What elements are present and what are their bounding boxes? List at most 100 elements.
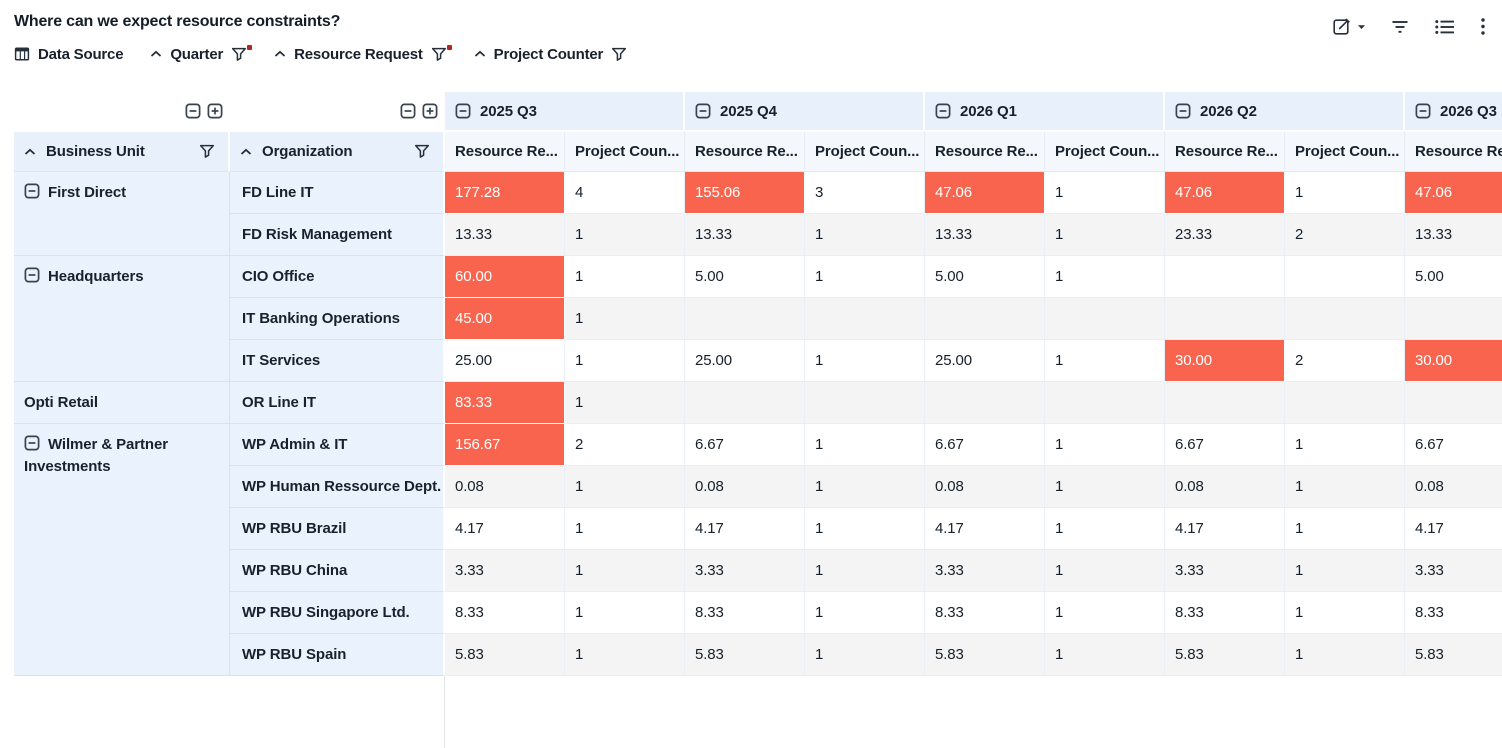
value-cell-resource-request[interactable] bbox=[925, 382, 1045, 424]
value-cell-project-counter[interactable]: 2 bbox=[565, 424, 685, 466]
value-cell-resource-request[interactable]: 3.33 bbox=[445, 550, 565, 592]
value-cell-project-counter[interactable] bbox=[1285, 256, 1405, 298]
value-cell-resource-request[interactable]: 4.17 bbox=[445, 508, 565, 550]
value-cell-project-counter[interactable]: 1 bbox=[1045, 424, 1165, 466]
funnel-icon[interactable] bbox=[199, 144, 215, 159]
value-cell-resource-request[interactable]: 60.00 bbox=[445, 256, 565, 298]
value-cell-resource-request[interactable]: 5.83 bbox=[685, 634, 805, 676]
value-cell-resource-request[interactable]: 0.08 bbox=[925, 466, 1045, 508]
value-cell-project-counter[interactable]: 1 bbox=[805, 592, 925, 634]
funnel-icon[interactable] bbox=[611, 47, 627, 62]
value-cell-resource-request[interactable]: 5.83 bbox=[1165, 634, 1285, 676]
business-unit-cell[interactable]: Wilmer & Partner Investments bbox=[14, 424, 230, 676]
chevron-up-icon[interactable] bbox=[24, 148, 36, 156]
value-cell-project-counter[interactable]: 1 bbox=[565, 466, 685, 508]
value-cell-resource-request[interactable]: 83.33 bbox=[445, 382, 565, 424]
value-cell-project-counter[interactable]: 1 bbox=[1045, 550, 1165, 592]
value-cell-resource-request[interactable]: 30.00 bbox=[1405, 340, 1502, 382]
row-dimension-header[interactable]: Organization bbox=[230, 132, 445, 172]
value-cell-resource-request[interactable]: 4.17 bbox=[685, 508, 805, 550]
value-cell-project-counter[interactable]: 1 bbox=[805, 424, 925, 466]
measure-header[interactable]: Project Coun... bbox=[1045, 132, 1165, 172]
value-cell-resource-request[interactable]: 0.08 bbox=[1165, 466, 1285, 508]
value-cell-resource-request[interactable]: 13.33 bbox=[685, 214, 805, 256]
value-cell-resource-request[interactable]: 156.67 bbox=[445, 424, 565, 466]
value-cell-project-counter[interactable]: 1 bbox=[1045, 172, 1165, 214]
value-cell-resource-request[interactable]: 6.67 bbox=[1405, 424, 1502, 466]
value-cell-project-counter[interactable]: 1 bbox=[1045, 256, 1165, 298]
value-cell-project-counter[interactable]: 1 bbox=[565, 634, 685, 676]
expand-all-button[interactable] bbox=[421, 103, 438, 120]
value-cell-project-counter[interactable]: 1 bbox=[805, 508, 925, 550]
expand-all-button[interactable] bbox=[206, 103, 223, 120]
value-cell-resource-request[interactable]: 3.33 bbox=[685, 550, 805, 592]
value-cell-resource-request[interactable] bbox=[1165, 382, 1285, 424]
value-cell-resource-request[interactable]: 13.33 bbox=[1405, 214, 1502, 256]
value-cell-project-counter[interactable]: 1 bbox=[1045, 592, 1165, 634]
column-group-header[interactable]: 2026 Q2 bbox=[1165, 92, 1405, 132]
value-cell-project-counter[interactable] bbox=[1045, 298, 1165, 340]
collapse-all-button[interactable] bbox=[184, 103, 201, 120]
value-cell-project-counter[interactable]: 1 bbox=[565, 256, 685, 298]
value-cell-project-counter[interactable]: 1 bbox=[1045, 634, 1165, 676]
business-unit-cell[interactable]: Headquarters bbox=[14, 256, 230, 382]
value-cell-project-counter[interactable]: 3 bbox=[805, 172, 925, 214]
value-cell-resource-request[interactable]: 8.33 bbox=[1165, 592, 1285, 634]
value-cell-project-counter[interactable]: 1 bbox=[565, 340, 685, 382]
value-cell-resource-request[interactable]: 6.67 bbox=[685, 424, 805, 466]
business-unit-cell[interactable]: First Direct bbox=[14, 172, 230, 256]
value-cell-resource-request[interactable]: 13.33 bbox=[925, 214, 1045, 256]
value-cell-project-counter[interactable]: 1 bbox=[1045, 340, 1165, 382]
value-cell-project-counter[interactable]: 1 bbox=[1285, 424, 1405, 466]
value-cell-resource-request[interactable]: 4.17 bbox=[1405, 508, 1502, 550]
field-project-counter[interactable]: Project Counter bbox=[474, 46, 628, 63]
value-cell-resource-request[interactable]: 4.17 bbox=[925, 508, 1045, 550]
value-cell-resource-request[interactable]: 3.33 bbox=[1165, 550, 1285, 592]
value-cell-resource-request[interactable] bbox=[925, 298, 1045, 340]
collapse-group-icon[interactable] bbox=[455, 103, 471, 119]
collapse-row-icon[interactable] bbox=[24, 183, 40, 199]
measure-header[interactable]: Project Coun... bbox=[1285, 132, 1405, 172]
value-cell-resource-request[interactable]: 3.33 bbox=[1405, 550, 1502, 592]
measure-header[interactable]: Project Coun... bbox=[565, 132, 685, 172]
value-cell-resource-request[interactable] bbox=[685, 382, 805, 424]
collapse-group-icon[interactable] bbox=[1415, 103, 1431, 119]
value-cell-project-counter[interactable]: 1 bbox=[805, 634, 925, 676]
value-cell-resource-request[interactable]: 5.83 bbox=[1405, 634, 1502, 676]
value-cell-resource-request[interactable]: 8.33 bbox=[925, 592, 1045, 634]
collapse-group-icon[interactable] bbox=[695, 103, 711, 119]
value-cell-resource-request[interactable]: 4.17 bbox=[1165, 508, 1285, 550]
funnel-icon[interactable] bbox=[231, 47, 247, 62]
value-cell-project-counter[interactable] bbox=[1045, 382, 1165, 424]
value-cell-resource-request[interactable]: 3.33 bbox=[925, 550, 1045, 592]
measure-header[interactable]: Project Coun... bbox=[805, 132, 925, 172]
value-cell-resource-request[interactable]: 47.06 bbox=[925, 172, 1045, 214]
value-cell-project-counter[interactable]: 1 bbox=[1285, 592, 1405, 634]
column-group-header[interactable]: 2025 Q4 bbox=[685, 92, 925, 132]
fields-list-button[interactable] bbox=[1434, 18, 1456, 36]
value-cell-resource-request[interactable] bbox=[1405, 382, 1502, 424]
value-cell-project-counter[interactable] bbox=[1285, 382, 1405, 424]
value-cell-resource-request[interactable]: 25.00 bbox=[925, 340, 1045, 382]
value-cell-project-counter[interactable]: 1 bbox=[565, 508, 685, 550]
value-cell-resource-request[interactable]: 8.33 bbox=[685, 592, 805, 634]
value-cell-project-counter[interactable]: 1 bbox=[1285, 172, 1405, 214]
value-cell-resource-request[interactable] bbox=[1165, 298, 1285, 340]
value-cell-project-counter[interactable]: 1 bbox=[1045, 214, 1165, 256]
value-cell-resource-request[interactable] bbox=[1165, 256, 1285, 298]
value-cell-project-counter[interactable]: 1 bbox=[565, 214, 685, 256]
measure-header[interactable]: Resource Re... bbox=[925, 132, 1045, 172]
value-cell-resource-request[interactable]: 30.00 bbox=[1165, 340, 1285, 382]
value-cell-resource-request[interactable]: 0.08 bbox=[445, 466, 565, 508]
value-cell-project-counter[interactable]: 1 bbox=[1285, 550, 1405, 592]
column-group-header[interactable]: 2025 Q3 bbox=[445, 92, 685, 132]
value-cell-resource-request[interactable]: 6.67 bbox=[925, 424, 1045, 466]
value-cell-resource-request[interactable]: 45.00 bbox=[445, 298, 565, 340]
value-cell-project-counter[interactable]: 2 bbox=[1285, 340, 1405, 382]
value-cell-resource-request[interactable]: 5.00 bbox=[925, 256, 1045, 298]
edit-button[interactable] bbox=[1332, 16, 1366, 37]
value-cell-resource-request[interactable] bbox=[1405, 298, 1502, 340]
measure-header[interactable]: Resource Re... bbox=[685, 132, 805, 172]
measure-header[interactable]: Resource Re... bbox=[445, 132, 565, 172]
value-cell-resource-request[interactable]: 0.08 bbox=[1405, 466, 1502, 508]
